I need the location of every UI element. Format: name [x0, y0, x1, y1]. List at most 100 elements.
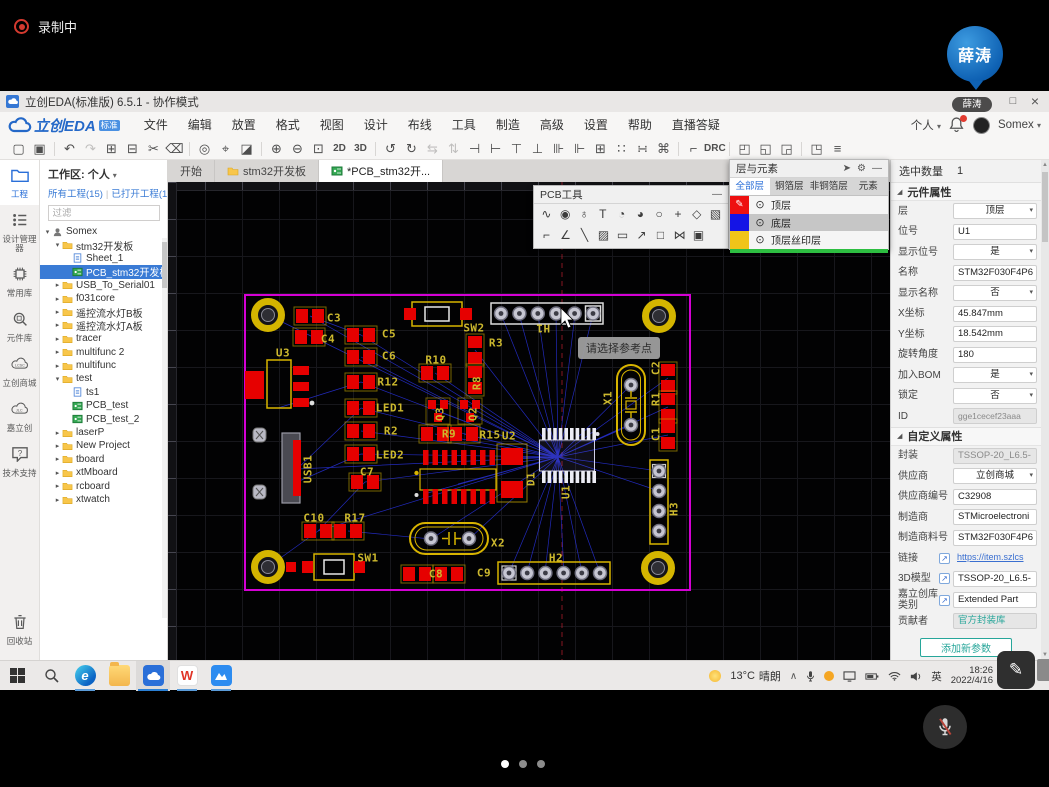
pcb-tool-protractor-icon[interactable]: ∠ — [556, 225, 575, 246]
tree-item-PCB_stm32开发板[interactable]: PCB_stm32开发板 — [40, 265, 167, 278]
pcb-tool-solid-region-icon[interactable]: ▭ — [613, 225, 632, 246]
prop-3D模型-input[interactable]: TSSOP-20_L6.5- — [953, 571, 1037, 587]
pcb-tool-keepout-icon[interactable]: ◇ — [687, 204, 706, 225]
prop-名称-input[interactable]: STM32F030F4P6 — [953, 265, 1037, 281]
workspace-switcher[interactable]: 个人 ▾ — [911, 117, 941, 133]
undo-icon[interactable]: ↶ — [59, 138, 80, 159]
align-top-icon[interactable]: ⊤ — [506, 138, 527, 159]
tree-item-tboard[interactable]: ▸tboard — [40, 453, 167, 466]
pcb-tool-circle-icon[interactable]: ○ — [650, 204, 669, 225]
sidebar-item-recycle-bin[interactable]: 回收站 — [0, 607, 39, 652]
minimize-panel-icon[interactable]: — — [872, 163, 882, 174]
start-button[interactable] — [0, 661, 34, 691]
tree-item-遥控流水灯B板[interactable]: ▸遥控流水灯B板 — [40, 305, 167, 318]
layer-tab-铜箔层[interactable]: 铜箔层 — [770, 178, 810, 195]
external-link-icon[interactable]: ↗ — [939, 573, 950, 584]
account-avatar[interactable] — [973, 117, 990, 134]
menu-视图[interactable]: 视图 — [310, 112, 354, 138]
grid-settings-icon[interactable]: ∷ — [611, 138, 632, 159]
sidebar-item-design-manager[interactable]: 设计管理器 — [0, 205, 39, 259]
menu-文件[interactable]: 文件 — [134, 112, 178, 138]
tray-volume-icon[interactable] — [910, 671, 922, 682]
tray-mic-icon[interactable] — [806, 670, 815, 683]
prop-旋转角度-input[interactable]: 180 — [953, 347, 1037, 363]
copy-icon[interactable]: ⊞ — [101, 138, 122, 159]
taskbar-edge[interactable]: e — [68, 661, 102, 691]
section-自定义属性[interactable]: ◢自定义属性 — [891, 427, 1041, 446]
view-2d-icon[interactable]: 2D — [329, 138, 350, 159]
weather-temp[interactable]: 13°C — [730, 670, 755, 682]
project-tree-scrollbar[interactable] — [162, 238, 167, 618]
menu-直播答疑[interactable]: 直播答疑 — [662, 112, 730, 138]
layer-color-swatch[interactable] — [730, 231, 749, 249]
eraser-icon[interactable]: ◪ — [236, 138, 257, 159]
pcb-tool-rect-icon[interactable]: □ — [651, 225, 670, 246]
find-icon[interactable]: ◎ — [194, 138, 215, 159]
prop-Y坐标-input[interactable]: 18.542mm — [953, 326, 1037, 342]
pcb-tool-via-icon[interactable]: ♁ — [575, 204, 594, 225]
drc-icon[interactable]: DRC — [704, 138, 725, 159]
cut-icon[interactable]: ✂ — [143, 138, 164, 159]
workspace-header[interactable]: 工作区: 个人 ▾ — [40, 160, 167, 184]
prop-链接-link[interactable]: https://item.szlcs — [953, 550, 1037, 566]
page-dot-3[interactable] — [537, 760, 545, 768]
tree-item-New Project[interactable]: ▸New Project — [40, 439, 167, 452]
section-元件属性[interactable]: ◢元件属性 — [891, 182, 1041, 201]
gear-icon[interactable]: ⚙ — [857, 163, 866, 174]
footprint-b-icon[interactable]: ◱ — [755, 138, 776, 159]
tree-item-multifunc 2[interactable]: ▸multifunc 2 — [40, 346, 167, 359]
paste-icon[interactable]: ⊟ — [122, 138, 143, 159]
distribute-horizontal-icon[interactable]: ⊪ — [548, 138, 569, 159]
external-link-icon[interactable]: ↗ — [939, 595, 950, 606]
tree-item-Somex[interactable]: ▾Somex — [40, 225, 167, 238]
tree-item-ts1[interactable]: ts1 — [40, 386, 167, 399]
prop-锁定-select[interactable]: 否▾ — [953, 388, 1037, 404]
shortcut-icon[interactable]: ⌘ — [653, 138, 674, 159]
align-right-icon[interactable]: ⊢ — [485, 138, 506, 159]
account-menu[interactable]: Somex ▾ — [998, 119, 1041, 131]
pcb-tool-dimension-icon[interactable]: ⌐ — [537, 225, 556, 246]
external-link-icon[interactable]: ↗ — [939, 553, 950, 564]
align-left-icon[interactable]: ⊣ — [464, 138, 485, 159]
pcb-tool-group-icon[interactable]: ⋈ — [670, 225, 689, 246]
snap-icon[interactable]: ∺ — [632, 138, 653, 159]
layer-color-swatch[interactable] — [730, 214, 749, 232]
layer-row-顶层丝印层[interactable]: ⊙顶层丝印层 — [730, 231, 888, 249]
notification-bell-icon[interactable] — [949, 117, 965, 133]
layer-tab-元素[interactable]: 元素 — [849, 178, 889, 195]
menu-设计[interactable]: 设计 — [354, 112, 398, 138]
annotation-tab[interactable] — [1037, 659, 1049, 681]
pcb-tool-image-icon[interactable]: ▧ — [706, 204, 725, 225]
page-dots[interactable] — [501, 760, 545, 768]
layer-color-swatch[interactable]: ✎ — [730, 196, 749, 214]
rotate-cw-icon[interactable]: ↻ — [401, 138, 422, 159]
zoom-fit-icon[interactable]: ⊡ — [308, 138, 329, 159]
menu-编辑[interactable]: 编辑 — [178, 112, 222, 138]
import-icon[interactable]: ◳ — [806, 138, 827, 159]
distribute-vertical-icon[interactable]: ⊩ — [569, 138, 590, 159]
zoom-in-icon[interactable]: ⊕ — [266, 138, 287, 159]
eye-icon[interactable]: ⊙ — [749, 216, 771, 229]
menu-帮助[interactable]: 帮助 — [618, 112, 662, 138]
layer-row-底层[interactable]: ⊙底层 — [730, 214, 888, 232]
new-file-icon[interactable]: ▢ — [8, 138, 29, 159]
tree-item-laserP[interactable]: ▸laserP — [40, 426, 167, 439]
footprint-a-icon[interactable]: ◰ — [734, 138, 755, 159]
sidebar-item-jlc[interactable]: JLC嘉立创 — [0, 394, 39, 439]
tree-item-USB_To_Serial01[interactable]: ▸USB_To_Serial01 — [40, 279, 167, 292]
prop-供应商编号-input[interactable]: C32908 — [953, 489, 1037, 505]
minimize-panel-icon[interactable]: — — [712, 189, 722, 200]
array-icon[interactable]: ⊞ — [590, 138, 611, 159]
tree-item-遥控流水灯A板[interactable]: ▸遥控流水灯A板 — [40, 319, 167, 332]
tree-item-xtwatch[interactable]: ▸xtwatch — [40, 493, 167, 506]
prop-显示位号-select[interactable]: 是▾ — [953, 244, 1037, 260]
pcb-tool-text-icon[interactable]: T — [593, 204, 612, 225]
tree-item-tracer[interactable]: ▸tracer — [40, 332, 167, 345]
tab-all-projects[interactable]: 所有工程(15) — [48, 189, 103, 200]
pcb-tool-measure-icon[interactable]: ↗ — [632, 225, 651, 246]
taskbar-lceda[interactable] — [136, 661, 170, 691]
weather-desc[interactable]: 晴朗 — [759, 668, 781, 684]
route-icon[interactable]: ⌐ — [683, 138, 704, 159]
sidebar-item-support[interactable]: ?技术支持 — [0, 439, 39, 484]
layer-tab-非铜箔层[interactable]: 非铜箔层 — [809, 178, 849, 195]
